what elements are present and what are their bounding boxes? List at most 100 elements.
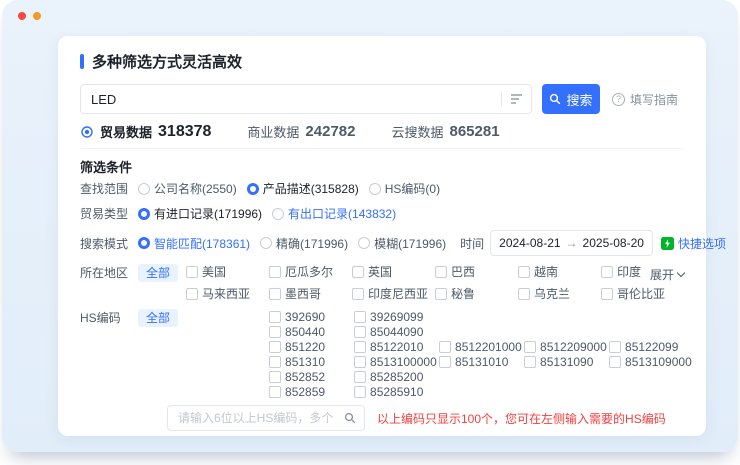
- region-all-tag[interactable]: 全部: [138, 264, 178, 282]
- filter-section-title: 筛选条件: [80, 157, 684, 172]
- hs-checkbox[interactable]: 85131090: [524, 354, 609, 369]
- date-arrow-icon: →: [566, 236, 578, 250]
- region-grid: 美国 厄瓜多尔 英国 巴西 越南 印度 马来西亚 墨西哥 印度尼西亚 秘鲁 乌克…: [186, 264, 684, 301]
- checkbox-icon: [269, 326, 281, 338]
- quick-options-link[interactable]: 快捷选项: [661, 235, 726, 252]
- hs-search-icon[interactable]: [344, 412, 356, 424]
- hs-checkbox[interactable]: 852859: [269, 384, 354, 399]
- hs-checkbox[interactable]: 85044090: [354, 324, 439, 339]
- region-checkbox[interactable]: 秘鲁: [435, 286, 518, 301]
- tab-business-data[interactable]: 商业数据 242782: [247, 122, 355, 141]
- tab-cloud-data[interactable]: 云搜数据 865281: [391, 122, 499, 141]
- hs-checkbox[interactable]: 392690: [269, 309, 354, 324]
- target-icon: [80, 125, 94, 139]
- date-range-picker[interactable]: 2024-08-21 → 2025-08-20: [490, 230, 653, 256]
- checkbox-icon: [439, 356, 451, 368]
- radio-exact-match[interactable]: 精确(171996): [260, 235, 348, 252]
- region-checkbox[interactable]: 乌克兰: [518, 286, 601, 301]
- region-checkbox[interactable]: 哥伦比亚: [601, 286, 684, 301]
- search-magnifier-icon: [549, 93, 561, 105]
- region-checkbox[interactable]: 越南: [518, 264, 601, 279]
- checkbox-icon: [354, 341, 366, 353]
- window-dot-red-icon: [18, 12, 26, 20]
- time-label: 时间: [460, 235, 484, 252]
- hs-checkbox[interactable]: 850440: [269, 324, 354, 339]
- hs-grid-row: 851220 85122010 8512201000 8512209000 85…: [269, 339, 694, 354]
- region-checkbox[interactable]: 印度尼西亚: [352, 286, 435, 301]
- hs-checkbox[interactable]: 8512209000: [524, 339, 609, 354]
- filter-label: HS编码: [80, 309, 138, 326]
- radio-icon: [272, 208, 284, 220]
- checkbox-icon: [354, 371, 366, 383]
- tab-trade-data[interactable]: 贸易数据 318378: [80, 122, 211, 141]
- quick-options-icon: [661, 237, 674, 250]
- hs-checkbox[interactable]: 85122099: [609, 339, 694, 354]
- app-window: 多种筛选方式灵活高效: [2, 0, 738, 452]
- hs-checkbox[interactable]: 39269099: [354, 309, 439, 324]
- search-row: 搜索 ? 填写指南: [80, 84, 684, 114]
- hs-checkbox[interactable]: 8513100000: [354, 354, 439, 369]
- region-checkbox[interactable]: 美国: [186, 264, 269, 279]
- advanced-search-icon[interactable]: [510, 93, 523, 105]
- date-start: 2024-08-21: [499, 236, 560, 250]
- tab-label: 商业数据: [247, 122, 299, 141]
- search-input[interactable]: [89, 91, 493, 108]
- expand-link[interactable]: 展开: [650, 266, 684, 283]
- region-checkbox[interactable]: 英国: [352, 264, 435, 279]
- checkbox-icon: [518, 288, 530, 300]
- hs-checkbox[interactable]: 852852: [269, 369, 354, 384]
- hs-grid-row: 392690 39269099: [269, 309, 694, 324]
- radio-company-name[interactable]: 公司名称(2550): [138, 180, 237, 197]
- hs-input-row: 以上编码只显示100个，您可在左侧输入需要的HS编码: [167, 405, 684, 431]
- window-dot-orange-icon: [33, 12, 41, 20]
- date-end: 2025-08-20: [583, 236, 644, 250]
- hs-checkbox[interactable]: 85285200: [354, 369, 439, 384]
- hs-checkbox[interactable]: 8512201000: [439, 339, 524, 354]
- screenshot-stage: 多种筛选方式灵活高效: [0, 0, 740, 465]
- hs-code-input[interactable]: [176, 410, 344, 426]
- checkbox-icon: [269, 371, 281, 383]
- region-checkbox[interactable]: 马来西亚: [186, 286, 269, 301]
- fill-guide-link[interactable]: ? 填写指南: [612, 91, 678, 108]
- region-checkbox[interactable]: 厄瓜多尔: [269, 264, 352, 279]
- checkbox-icon: [352, 288, 364, 300]
- radio-icon: [369, 183, 381, 195]
- filter-row-search-mode: 搜索模式 智能匹配(178361) 精确(171996) 模糊(171996) …: [80, 230, 684, 256]
- radio-export-records[interactable]: 有出口记录(143832): [272, 205, 396, 222]
- checkbox-icon: [354, 311, 366, 323]
- filter-label: 所在地区: [80, 264, 138, 281]
- checkbox-icon: [269, 386, 281, 398]
- hs-code-grid: 392690 39269099 850440 85044090 851220 8…: [269, 309, 694, 399]
- checkbox-icon: [354, 356, 366, 368]
- search-button[interactable]: 搜索: [542, 84, 600, 114]
- hs-checkbox[interactable]: 85131010: [439, 354, 524, 369]
- tab-label: 贸易数据: [100, 122, 152, 141]
- radio-import-records[interactable]: 有进口记录(171996): [138, 205, 262, 222]
- search-panel: 多种筛选方式灵活高效: [58, 36, 706, 436]
- hs-checkbox[interactable]: 85285910: [354, 384, 439, 399]
- radio-fuzzy-match[interactable]: 模糊(171996): [358, 235, 446, 252]
- radio-hs-code[interactable]: HS编码(0): [369, 180, 440, 197]
- expand-label: 展开: [650, 266, 674, 283]
- checkbox-icon: [354, 326, 366, 338]
- hs-grid-row: 850440 85044090: [269, 324, 694, 339]
- region-checkbox[interactable]: 墨西哥: [269, 286, 352, 301]
- hs-checkbox[interactable]: 851220: [269, 339, 354, 354]
- region-checkbox[interactable]: 巴西: [435, 264, 518, 279]
- radio-smart-match[interactable]: 智能匹配(178361): [138, 235, 250, 252]
- checkbox-icon: [435, 288, 447, 300]
- filter-row-trade-type: 贸易类型 有进口记录(171996) 有出口记录(143832): [80, 205, 684, 222]
- checkbox-icon: [601, 288, 613, 300]
- hs-all-tag[interactable]: 全部: [138, 309, 178, 327]
- title-accent-bar: [80, 54, 84, 69]
- hs-checkbox[interactable]: 851310: [269, 354, 354, 369]
- radio-checked-icon: [138, 208, 150, 220]
- checkbox-icon: [352, 266, 364, 278]
- checkbox-icon: [269, 266, 281, 278]
- filter-label: 查找范围: [80, 180, 138, 197]
- radio-product-description[interactable]: 产品描述(315828): [247, 180, 359, 197]
- checkbox-icon: [439, 341, 451, 353]
- checkbox-icon: [609, 341, 621, 353]
- hs-checkbox[interactable]: 85122010: [354, 339, 439, 354]
- hs-checkbox[interactable]: 8513109000: [609, 354, 694, 369]
